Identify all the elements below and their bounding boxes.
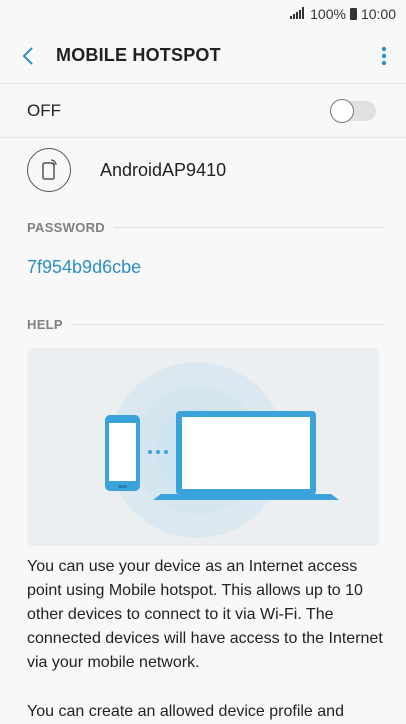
more-options-button[interactable]: [362, 28, 406, 84]
help-paragraph-2: You can create an allowed device profile…: [27, 703, 344, 720]
hotspot-switch[interactable]: [330, 98, 376, 123]
hotspot-toggle-row[interactable]: OFF: [0, 84, 406, 138]
back-button[interactable]: [0, 28, 56, 84]
status-bar: 100% 10:00: [0, 0, 406, 28]
hotspot-phone-icon: [27, 148, 71, 192]
more-vert-icon: [381, 46, 387, 65]
password-section-header: PASSWORD: [27, 217, 385, 237]
password-value[interactable]: 7f954b9d6cbe: [27, 257, 141, 278]
app-bar: MOBILE HOTSPOT: [0, 28, 406, 84]
toggle-label: OFF: [27, 100, 61, 120]
divider: [71, 323, 385, 325]
help-header-label: HELP: [27, 316, 63, 332]
divider: [114, 226, 385, 228]
password-header-label: PASSWORD: [27, 219, 105, 235]
network-name: AndroidAP9410: [100, 159, 227, 180]
help-paragraph-1: You can use your device as an Internet a…: [27, 558, 383, 671]
hotspot-illustration: [27, 348, 379, 546]
chevron-left-icon: [22, 46, 33, 65]
battery-icon: [349, 8, 357, 20]
battery-percent: 100%: [310, 6, 346, 22]
signal-icon: [290, 6, 306, 22]
page-title: MOBILE HOTSPOT: [56, 45, 221, 65]
network-row[interactable]: AndroidAP9410: [0, 138, 406, 202]
switch-knob: [330, 98, 354, 123]
help-section-header: HELP: [27, 314, 385, 334]
clock: 10:00: [360, 6, 396, 22]
